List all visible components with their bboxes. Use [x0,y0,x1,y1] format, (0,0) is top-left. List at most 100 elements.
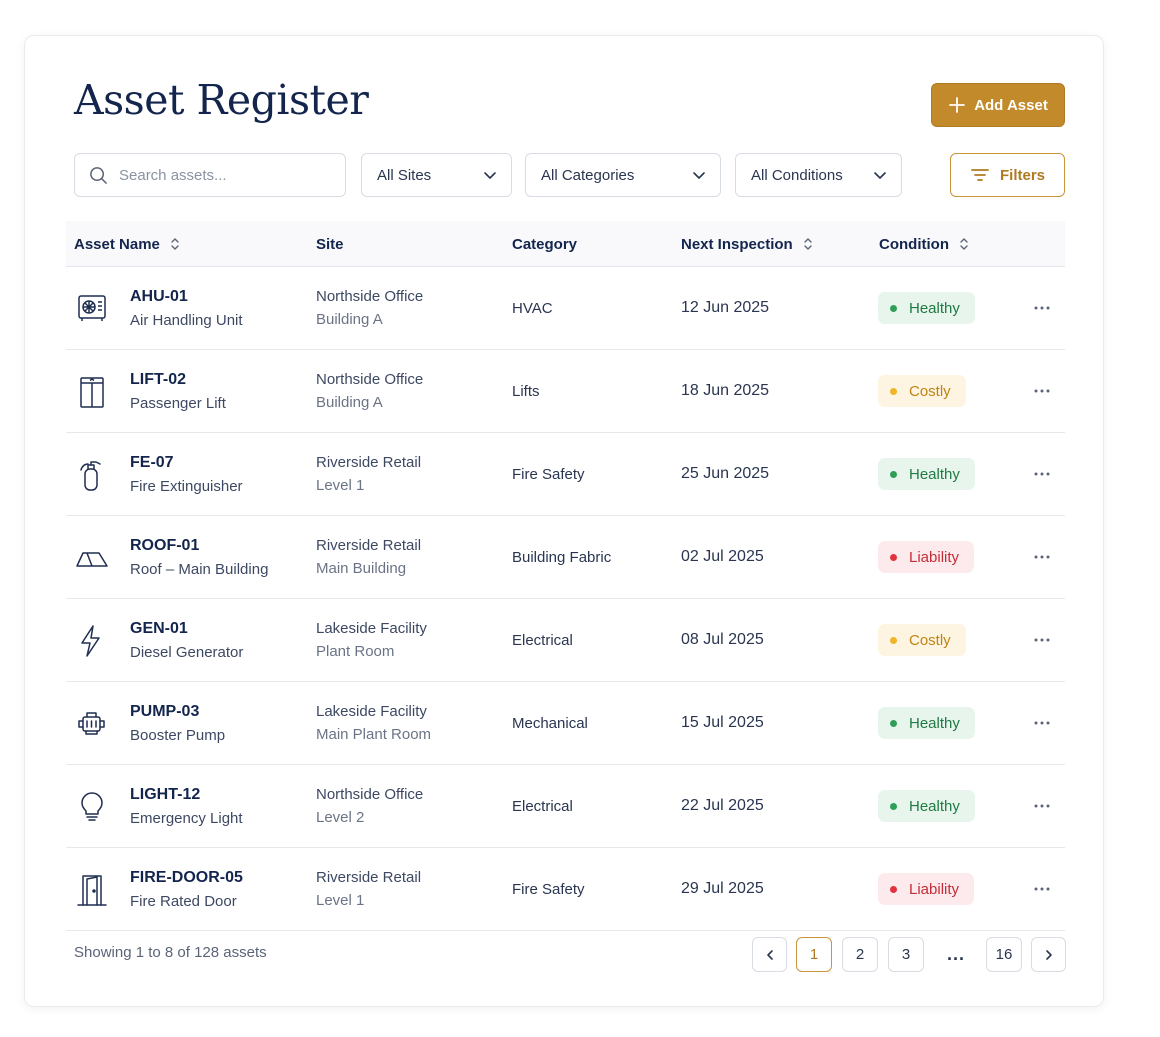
row-actions-button[interactable] [1028,545,1056,569]
site-name: Northside Office [316,288,424,305]
asset-description: Passenger Lift [130,394,226,412]
row-actions-button[interactable] [1028,794,1056,818]
category-cell: Lifts [512,382,540,400]
row-actions-button[interactable] [1028,379,1056,403]
pump-icon [74,706,110,742]
status-dot [890,802,897,810]
asset-id: LIGHT-12 [130,785,201,803]
column-asset-name[interactable]: Asset Name [74,221,180,267]
page-3-button[interactable]: 3 [888,937,924,972]
condition-label: Costly [909,382,951,400]
page-title: Asset Register [74,76,369,124]
asset-name-cell: FIRE-DOOR-05 Fire Rated Door [130,848,243,930]
categories-dropdown[interactable]: All Categories [525,153,721,197]
site-cell: Lakeside Facility Main Plant Room [316,682,431,764]
table-row[interactable]: AHU-01 Air Handling Unit Northside Office B… [66,267,1065,350]
table-row[interactable]: FIRE-DOOR-05 Fire Rated Door Riverside Ret… [66,848,1065,931]
fire-extinguisher-icon [74,457,110,493]
prev-page-button[interactable] [752,937,787,972]
site-name: Northside Office [316,371,424,388]
next-inspection-cell: 18 Jun 2025 [681,382,770,399]
conditions-dropdown[interactable]: All Conditions [735,153,902,197]
column-category: Category [512,221,577,267]
filters-button[interactable]: Filters [950,153,1065,197]
table-row[interactable]: FE-07 Fire Extinguisher Riverside Retail Le… [66,433,1065,516]
table-header: Asset Name Site Category Next Inspection… [66,221,1065,267]
page-1-button[interactable]: 1 [796,937,832,972]
asset-name-cell: LIFT-02 Passenger Lift [130,350,226,432]
next-page-button[interactable] [1031,937,1066,972]
condition-label: Costly [909,631,951,649]
search-input[interactable] [119,166,329,184]
next-inspection-cell: 29 Jul 2025 [681,880,764,897]
status-dot [890,304,897,312]
site-cell: Riverside Retail Level 1 [316,848,421,930]
site-location: Level 2 [316,809,365,826]
roof-icon [74,540,110,576]
status-dot [890,470,897,478]
table-row[interactable]: GEN-01 Diesel Generator Lakeside Facility P… [66,599,1065,682]
row-actions-button[interactable] [1028,711,1056,735]
more-horizontal-icon [1034,389,1050,393]
table-row[interactable]: ROOF-01 Roof – Main Building Riverside Ret… [66,516,1065,599]
more-horizontal-icon [1034,638,1050,642]
site-name: Lakeside Facility [316,703,427,720]
asset-description: Roof – Main Building [130,560,269,578]
asset-name-cell: ROOF-01 Roof – Main Building [130,516,268,598]
page-16-button[interactable]: 16 [986,937,1022,972]
category-cell: HVAC [512,299,553,317]
column-condition[interactable]: Condition [879,221,969,267]
sites-dropdown[interactable]: All Sites [361,153,512,197]
more-horizontal-icon [1034,887,1050,891]
asset-name-cell: AHU-01 Air Handling Unit [130,267,243,349]
row-actions-button[interactable] [1028,462,1056,486]
site-cell: Northside Office Building A [316,350,423,432]
asset-id: AHU-01 [130,287,188,305]
asset-description: Diesel Generator [130,643,244,661]
table-row[interactable]: LIGHT-12 Emergency Light Northside Office L… [66,765,1065,848]
condition-label: Healthy [909,465,960,483]
next-inspection-cell: 12 Jun 2025 [681,299,770,316]
categories-dropdown-value: All Categories [541,166,635,184]
search-box[interactable] [74,153,346,197]
more-horizontal-icon [1034,555,1050,559]
add-asset-button[interactable]: Add Asset [931,83,1065,127]
column-next-inspection[interactable]: Next Inspection [681,221,813,267]
filters-label: Filters [999,166,1045,184]
site-location: Building A [316,394,383,411]
table-row[interactable]: PUMP-03 Booster Pump Lakeside Facility Main… [66,682,1065,765]
site-cell: Riverside Retail Level 1 [316,433,421,515]
condition-badge: Healthy [878,707,975,739]
lift-icon [74,374,110,410]
site-name: Lakeside Facility [316,620,427,637]
condition-badge: Liability [878,873,975,905]
pagination-summary: Showing 1 to 8 of 128 assets [74,944,267,961]
column-asset-name-label: Asset Name [74,235,160,253]
row-actions-button[interactable] [1028,877,1056,901]
chevron-down-icon [693,172,705,179]
chevron-left-icon [766,949,773,960]
next-inspection-cell: 25 Jun 2025 [681,465,770,482]
asset-id: ROOF-01 [130,536,200,554]
status-dot [890,387,897,395]
table-row[interactable]: LIFT-02 Passenger Lift Northside Office Bui… [66,350,1065,433]
more-horizontal-icon [1034,306,1050,310]
status-dot [890,719,897,727]
site-cell: Northside Office Building A [316,267,423,349]
site-location: Plant Room [316,643,395,660]
condition-label: Liability [909,880,960,898]
search-icon [90,167,107,184]
site-location: Building A [316,311,383,328]
door-icon [74,872,110,908]
row-actions-button[interactable] [1028,628,1056,652]
air-handler-icon [74,291,110,327]
more-horizontal-icon [1034,472,1050,476]
site-name: Riverside Retail [316,454,422,471]
row-actions-button[interactable] [1028,296,1056,320]
category-cell: Electrical [512,631,573,649]
asset-name-cell: LIGHT-12 Emergency Light [130,765,243,847]
more-horizontal-icon [1034,804,1050,808]
condition-label: Healthy [909,714,960,732]
site-name: Northside Office [316,786,424,803]
page-2-button[interactable]: 2 [842,937,878,972]
